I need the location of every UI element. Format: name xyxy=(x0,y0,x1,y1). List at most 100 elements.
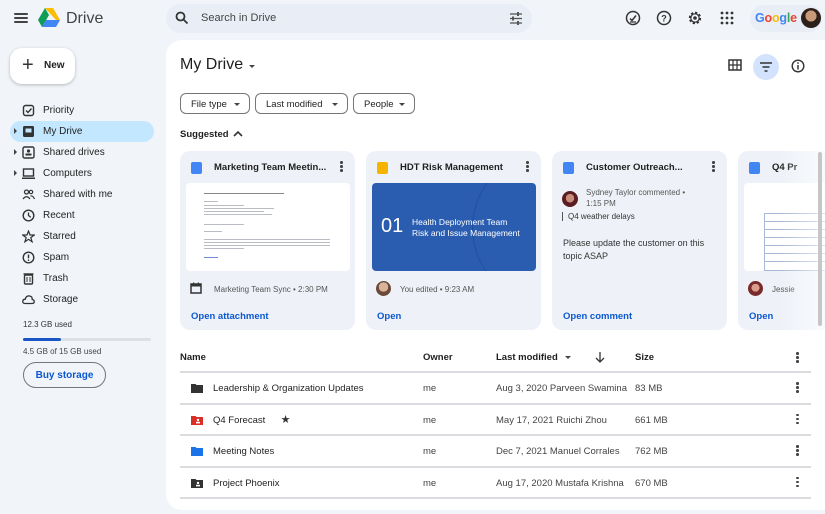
more-options-icon[interactable] xyxy=(796,445,799,457)
sidebar-item-label: Priority xyxy=(43,105,75,116)
chevron-down-icon xyxy=(332,103,338,106)
sidebar-item-shared-with-me[interactable]: Shared with me xyxy=(10,184,154,205)
offline-status-icon[interactable] xyxy=(625,10,641,26)
card-title: HDT Risk Management xyxy=(400,162,503,173)
column-header-name[interactable]: Name xyxy=(180,352,206,363)
open-link[interactable]: Open xyxy=(377,311,401,322)
collapse-suggested-icon[interactable] xyxy=(232,129,244,139)
sidebar-item-shared-drives[interactable]: Shared drives xyxy=(10,142,154,163)
suggested-card[interactable]: Customer Outreach... Sydney Taylor comme… xyxy=(552,151,727,330)
sidebar-item-spam[interactable]: Spam xyxy=(10,247,154,268)
file-size: 670 MB xyxy=(635,477,668,489)
more-options-icon[interactable] xyxy=(796,352,799,364)
table-row[interactable]: Project Phoenix me Aug 17, 2020 Mustafa Kr… xyxy=(180,468,811,499)
sidebar-item-label: Trash xyxy=(43,273,69,284)
open-attachment-link[interactable]: Open attachment xyxy=(191,311,269,322)
suggested-card[interactable]: Q4 Pr Jessie Open xyxy=(738,151,825,330)
account-avatar[interactable] xyxy=(801,8,821,28)
sidebar-item-priority[interactable]: Priority xyxy=(10,100,154,121)
column-header-size[interactable]: Size xyxy=(635,352,654,363)
table-row[interactable]: Leadership & Organization Updates me Aug 3… xyxy=(180,373,811,405)
sidebar-item-computers[interactable]: Computers xyxy=(10,163,154,184)
buy-storage-button[interactable]: Buy storage xyxy=(23,362,106,388)
drive-logo-icon xyxy=(38,8,60,27)
filter-chip-label: People xyxy=(364,99,394,110)
scrollbar[interactable] xyxy=(818,152,822,326)
filter-chip-last-modified[interactable]: Last modified xyxy=(255,93,348,114)
file-owner: me xyxy=(423,477,437,489)
search-bar[interactable]: Search in Drive xyxy=(166,4,532,33)
folder-icon xyxy=(191,447,203,456)
search-input[interactable]: Search in Drive xyxy=(201,12,276,24)
file-owner: me xyxy=(423,446,437,457)
comment-body: Please update the customer on this topic… xyxy=(563,238,705,261)
more-options-icon[interactable] xyxy=(796,476,799,489)
apps-grid-icon[interactable] xyxy=(719,10,735,26)
sidebar-item-label: My Drive xyxy=(43,126,83,137)
suggested-card[interactable]: HDT Risk Management 01 Health Deployment… xyxy=(366,151,541,330)
open-comment-link[interactable]: Open comment xyxy=(563,311,632,322)
calendar-icon xyxy=(190,282,202,294)
column-header-owner[interactable]: Owner xyxy=(423,352,453,363)
new-button[interactable]: + New xyxy=(10,48,75,84)
more-options-icon[interactable] xyxy=(340,161,343,173)
column-header-last-modified[interactable]: Last modified xyxy=(496,352,558,363)
expand-arrow-icon[interactable] xyxy=(14,128,17,134)
page-title[interactable]: My Drive xyxy=(180,56,243,74)
info-icon[interactable] xyxy=(791,59,805,73)
chevron-down-icon[interactable] xyxy=(565,356,571,359)
storage-used-label: 12.3 GB used xyxy=(23,320,72,329)
sidebar-item-label: Computers xyxy=(43,168,92,179)
help-icon[interactable]: ? xyxy=(656,10,672,26)
filter-chip-people[interactable]: People xyxy=(353,93,415,114)
file-name[interactable]: Leadership & Organization Updates xyxy=(213,383,364,394)
expand-arrow-icon[interactable] xyxy=(14,149,17,155)
slide-preview: 01 Health Deployment Team Risk and Issue … xyxy=(372,183,536,271)
filter-chip-file-type[interactable]: File type xyxy=(180,93,250,114)
more-options-icon[interactable] xyxy=(526,161,529,173)
file-list: Name Owner Last modified Size Leadership… xyxy=(180,343,811,499)
slide-number: 01 xyxy=(381,215,404,237)
grid-view-icon[interactable] xyxy=(728,58,742,72)
my-drive-icon xyxy=(22,125,35,138)
page-title-dropdown-icon[interactable] xyxy=(249,65,255,68)
sidebar-item-storage[interactable]: Storage xyxy=(10,289,154,310)
storage-progress-fill xyxy=(23,338,62,341)
search-icon[interactable] xyxy=(175,11,189,25)
google-docs-icon xyxy=(191,162,202,174)
suggested-cards: Marketing Team Meetin... Marketing Team … xyxy=(180,151,825,331)
file-name[interactable]: Project Phoenix xyxy=(213,478,280,489)
editor-avatar xyxy=(748,281,763,296)
file-name[interactable]: Q4 Forecast xyxy=(213,415,265,426)
suggested-heading: Suggested xyxy=(180,129,229,140)
sidebar-item-label: Recent xyxy=(43,210,75,221)
expand-arrow-icon[interactable] xyxy=(14,170,17,176)
settings-icon[interactable] xyxy=(687,10,703,26)
more-options-icon[interactable] xyxy=(796,382,799,394)
main-menu-icon[interactable] xyxy=(14,11,28,25)
spam-icon xyxy=(22,251,35,264)
storage-detail-label: 4.5 GB of 15 GB used xyxy=(23,347,102,356)
file-last-modified: Aug 17, 2020 Mustafa Krishna xyxy=(496,477,624,489)
table-row[interactable]: Meeting Notes me Dec 7, 2021 Manuel Corral… xyxy=(180,436,811,468)
filter-button[interactable] xyxy=(753,54,779,80)
sidebar-item-starred[interactable]: Starred xyxy=(10,226,154,247)
filter-chip-label: Last modified xyxy=(266,99,323,110)
more-options-icon[interactable] xyxy=(796,413,799,426)
sort-descending-icon[interactable] xyxy=(595,352,605,363)
starred-icon[interactable]: ★ xyxy=(281,413,291,426)
sidebar-item-trash[interactable]: Trash xyxy=(10,268,154,289)
file-name[interactable]: Meeting Notes xyxy=(213,446,274,457)
file-size: 661 MB xyxy=(635,414,668,426)
more-options-icon[interactable] xyxy=(712,161,715,173)
card-title: Marketing Team Meetin... xyxy=(214,162,327,173)
shared-folder-icon xyxy=(191,415,203,425)
table-row[interactable]: Q4 Forecast ★ me May 17, 2021 Ruichi Zhou 66… xyxy=(180,405,811,436)
sidebar-item-my-drive[interactable]: My Drive xyxy=(10,121,154,142)
search-options-icon[interactable] xyxy=(509,12,523,25)
sidebar-item-recent[interactable]: Recent xyxy=(10,205,154,226)
account-chip[interactable]: Google xyxy=(750,5,822,32)
open-link[interactable]: Open xyxy=(749,311,773,322)
suggested-card[interactable]: Marketing Team Meetin... Marketing Team … xyxy=(180,151,355,330)
card-title: Q4 Pr xyxy=(772,162,798,173)
